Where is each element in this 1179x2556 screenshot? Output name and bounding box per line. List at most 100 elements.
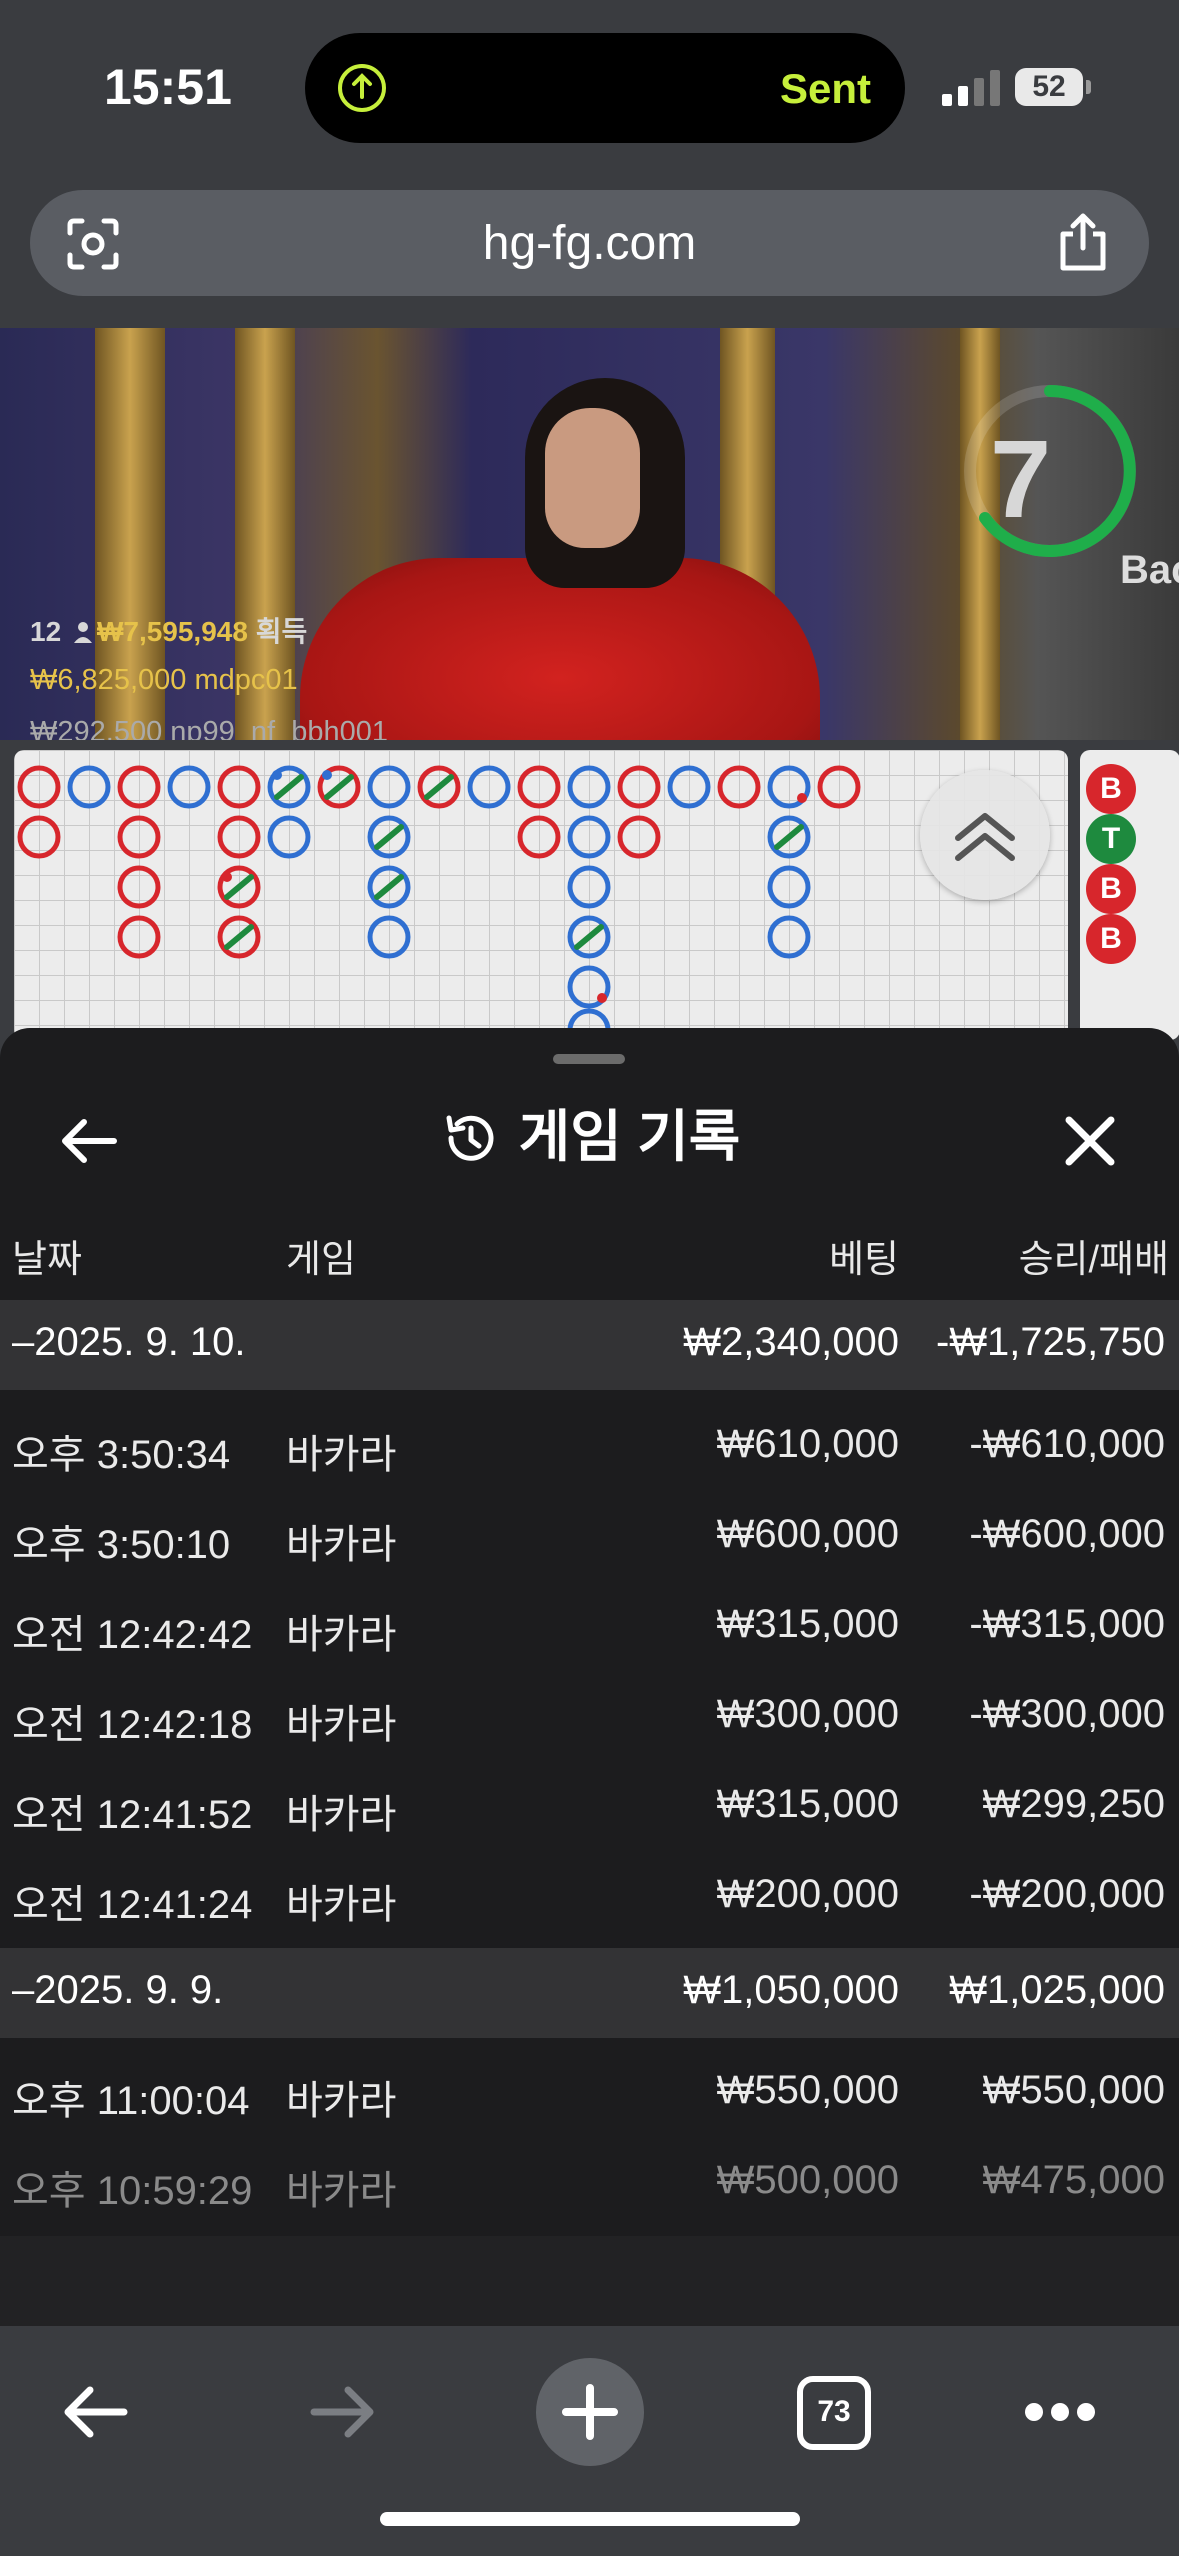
- row-bet: ₩500,000: [716, 2158, 899, 2202]
- status-time: 15:51: [104, 59, 232, 115]
- row-winloss: -₩600,000: [969, 1512, 1165, 1556]
- big-road[interactable]: [14, 750, 1068, 1040]
- row-time: 오전 12:42:18: [12, 1703, 253, 1747]
- row-game: 바카라: [286, 2169, 397, 2213]
- user-icon: [73, 622, 92, 643]
- cellular-signal-icon: [942, 70, 1000, 106]
- winner-entry: ₩292,500 np99_nf_bbh001: [30, 716, 388, 740]
- sheet-title: 게임 기록: [518, 1105, 741, 1168]
- game-history-sheet: 게임 기록 날짜 게임 베팅 승리/패배 –2025. 9. 10. ₩2,34…: [0, 1028, 1179, 2328]
- winner-user: mdpc01: [194, 664, 298, 696]
- address-bar[interactable]: hg-fg.com: [30, 190, 1149, 296]
- group-date: –2025. 9. 9.: [12, 1968, 224, 2012]
- history-row[interactable]: 오전 12:41:24 바카라 ₩200,000 -₩200,000: [0, 1852, 1179, 1942]
- tab-switcher-button[interactable]: 73: [797, 2376, 871, 2450]
- column-header-winloss: 승리/패배: [1018, 1239, 1169, 1281]
- row-winloss: ₩475,000: [982, 2158, 1165, 2202]
- group-bet-total: ₩1,050,000: [683, 1968, 899, 2012]
- table-sign: Bacca: [1120, 548, 1179, 592]
- bead-banker: B: [1086, 764, 1136, 814]
- row-time: 오전 12:41:24: [12, 1883, 253, 1927]
- group-date: –2025. 9. 10.: [12, 1320, 246, 1364]
- live-dealer-video[interactable]: 7 Bacca 12 ₩7,595,948 획득 ₩6,825,000 mdpc…: [0, 328, 1179, 740]
- row-time: 오후 3:50:34: [12, 1433, 231, 1477]
- row-time: 오후 3:50:10: [12, 1523, 231, 1567]
- battery-tip: [1086, 80, 1091, 94]
- group-winloss-total: -₩1,725,750: [935, 1320, 1165, 1364]
- history-row[interactable]: 오후 11:00:04 바카라 ₩550,000 ₩550,000: [0, 2048, 1179, 2138]
- date-group-header[interactable]: –2025. 9. 9. ₩1,050,000 ₩1,025,000: [0, 1948, 1179, 2038]
- share-icon[interactable]: [1055, 212, 1111, 272]
- home-indicator[interactable]: [380, 2512, 800, 2526]
- bead-banker: B: [1086, 864, 1136, 914]
- bead-road[interactable]: B T B B: [1080, 750, 1179, 1040]
- browser-forward-icon[interactable]: [304, 2374, 380, 2450]
- history-row[interactable]: 오후 3:50:10 바카라 ₩600,000 -₩600,000: [0, 1492, 1179, 1582]
- row-winloss: ₩550,000: [982, 2068, 1165, 2112]
- big-road-marks: [17, 765, 861, 1040]
- row-time: 오후 11:00:04: [12, 2079, 250, 2123]
- close-icon[interactable]: [1057, 1108, 1123, 1174]
- row-game: 바카라: [286, 1613, 397, 1657]
- winner-amount: ₩292,500: [30, 716, 163, 740]
- sheet-drag-handle[interactable]: [553, 1054, 625, 1064]
- collapse-roadmap-button[interactable]: [920, 770, 1050, 900]
- row-game: 바카라: [286, 1883, 397, 1927]
- new-tab-button[interactable]: [536, 2358, 644, 2466]
- history-row[interactable]: 오후 10:59:29 바카라 ₩500,000 ₩475,000: [0, 2138, 1179, 2228]
- row-time: 오전 12:42:42: [12, 1613, 253, 1657]
- row-bet: ₩550,000: [716, 2068, 899, 2112]
- row-winloss: -₩300,000: [969, 1692, 1165, 1736]
- winner-amount: ₩6,825,000: [30, 664, 187, 696]
- row-game: 바카라: [286, 1433, 397, 1477]
- row-winloss: ₩299,250: [982, 1782, 1165, 1826]
- activity-label: Sent: [779, 65, 871, 112]
- winners-suffix: 획득: [255, 616, 308, 647]
- plus-icon: [562, 2384, 618, 2440]
- upload-activity-icon: [338, 64, 386, 112]
- date-group-header[interactable]: –2025. 9. 10. ₩2,340,000 -₩1,725,750: [0, 1300, 1179, 1390]
- dynamic-island[interactable]: Sent: [305, 33, 905, 143]
- more-options-icon[interactable]: [1022, 2400, 1098, 2424]
- row-winloss: -₩315,000: [969, 1602, 1165, 1646]
- history-icon: [446, 1115, 494, 1161]
- bead-banker: B: [1086, 914, 1136, 964]
- sheet-footer-area: [0, 2236, 1179, 2328]
- winner-entry: ₩6,825,000 mdpc01: [30, 664, 298, 697]
- row-winloss: -₩200,000: [969, 1872, 1165, 1916]
- winners-summary: 12 ₩7,595,948 획득: [30, 610, 307, 650]
- column-header-bet: 베팅: [829, 1239, 899, 1281]
- row-time: 오전 12:41:52: [12, 1793, 253, 1837]
- double-chevron-up-icon: [955, 813, 1015, 861]
- history-row[interactable]: 오전 12:42:18 바카라 ₩300,000 -₩300,000: [0, 1672, 1179, 1762]
- battery-indicator: 52: [1015, 68, 1083, 106]
- group-winloss-total: ₩1,025,000: [949, 1968, 1165, 2012]
- winners-count: 12: [30, 616, 62, 647]
- history-row[interactable]: 오전 12:42:42 바카라 ₩315,000 -₩315,000: [0, 1582, 1179, 1672]
- row-winloss: -₩610,000: [969, 1422, 1165, 1466]
- countdown-timer: 7: [990, 418, 1052, 541]
- column-header-date: 날짜: [12, 1239, 82, 1281]
- row-game: 바카라: [286, 1523, 397, 1567]
- history-row[interactable]: 오후 3:50:34 바카라 ₩610,000 -₩610,000: [0, 1402, 1179, 1492]
- browser-back-icon[interactable]: [58, 2374, 134, 2450]
- row-bet: ₩200,000: [716, 1872, 899, 1916]
- row-bet: ₩315,000: [716, 1602, 899, 1646]
- row-bet: ₩300,000: [716, 1692, 899, 1736]
- history-row[interactable]: 오전 12:41:52 바카라 ₩315,000 ₩299,250: [0, 1762, 1179, 1852]
- row-time: 오후 10:59:29: [12, 2169, 253, 2213]
- row-game: 바카라: [286, 1793, 397, 1837]
- winners-total: ₩7,595,948: [96, 616, 248, 647]
- dealer-face: [545, 408, 640, 548]
- row-bet: ₩315,000: [716, 1782, 899, 1826]
- sheet-header: 게임 기록: [0, 1092, 1179, 1173]
- row-game: 바카라: [286, 2079, 397, 2123]
- row-bet: ₩610,000: [716, 1422, 899, 1466]
- winner-user: np99_nf_bbh001: [170, 716, 388, 740]
- status-bar: 15:51 Sent 52: [0, 0, 1179, 180]
- column-header-game: 게임: [286, 1239, 356, 1281]
- row-bet: ₩600,000: [716, 1512, 899, 1556]
- group-bet-total: ₩2,340,000: [683, 1320, 899, 1364]
- bead-tie: T: [1086, 814, 1136, 864]
- url-text[interactable]: hg-fg.com: [30, 216, 1149, 271]
